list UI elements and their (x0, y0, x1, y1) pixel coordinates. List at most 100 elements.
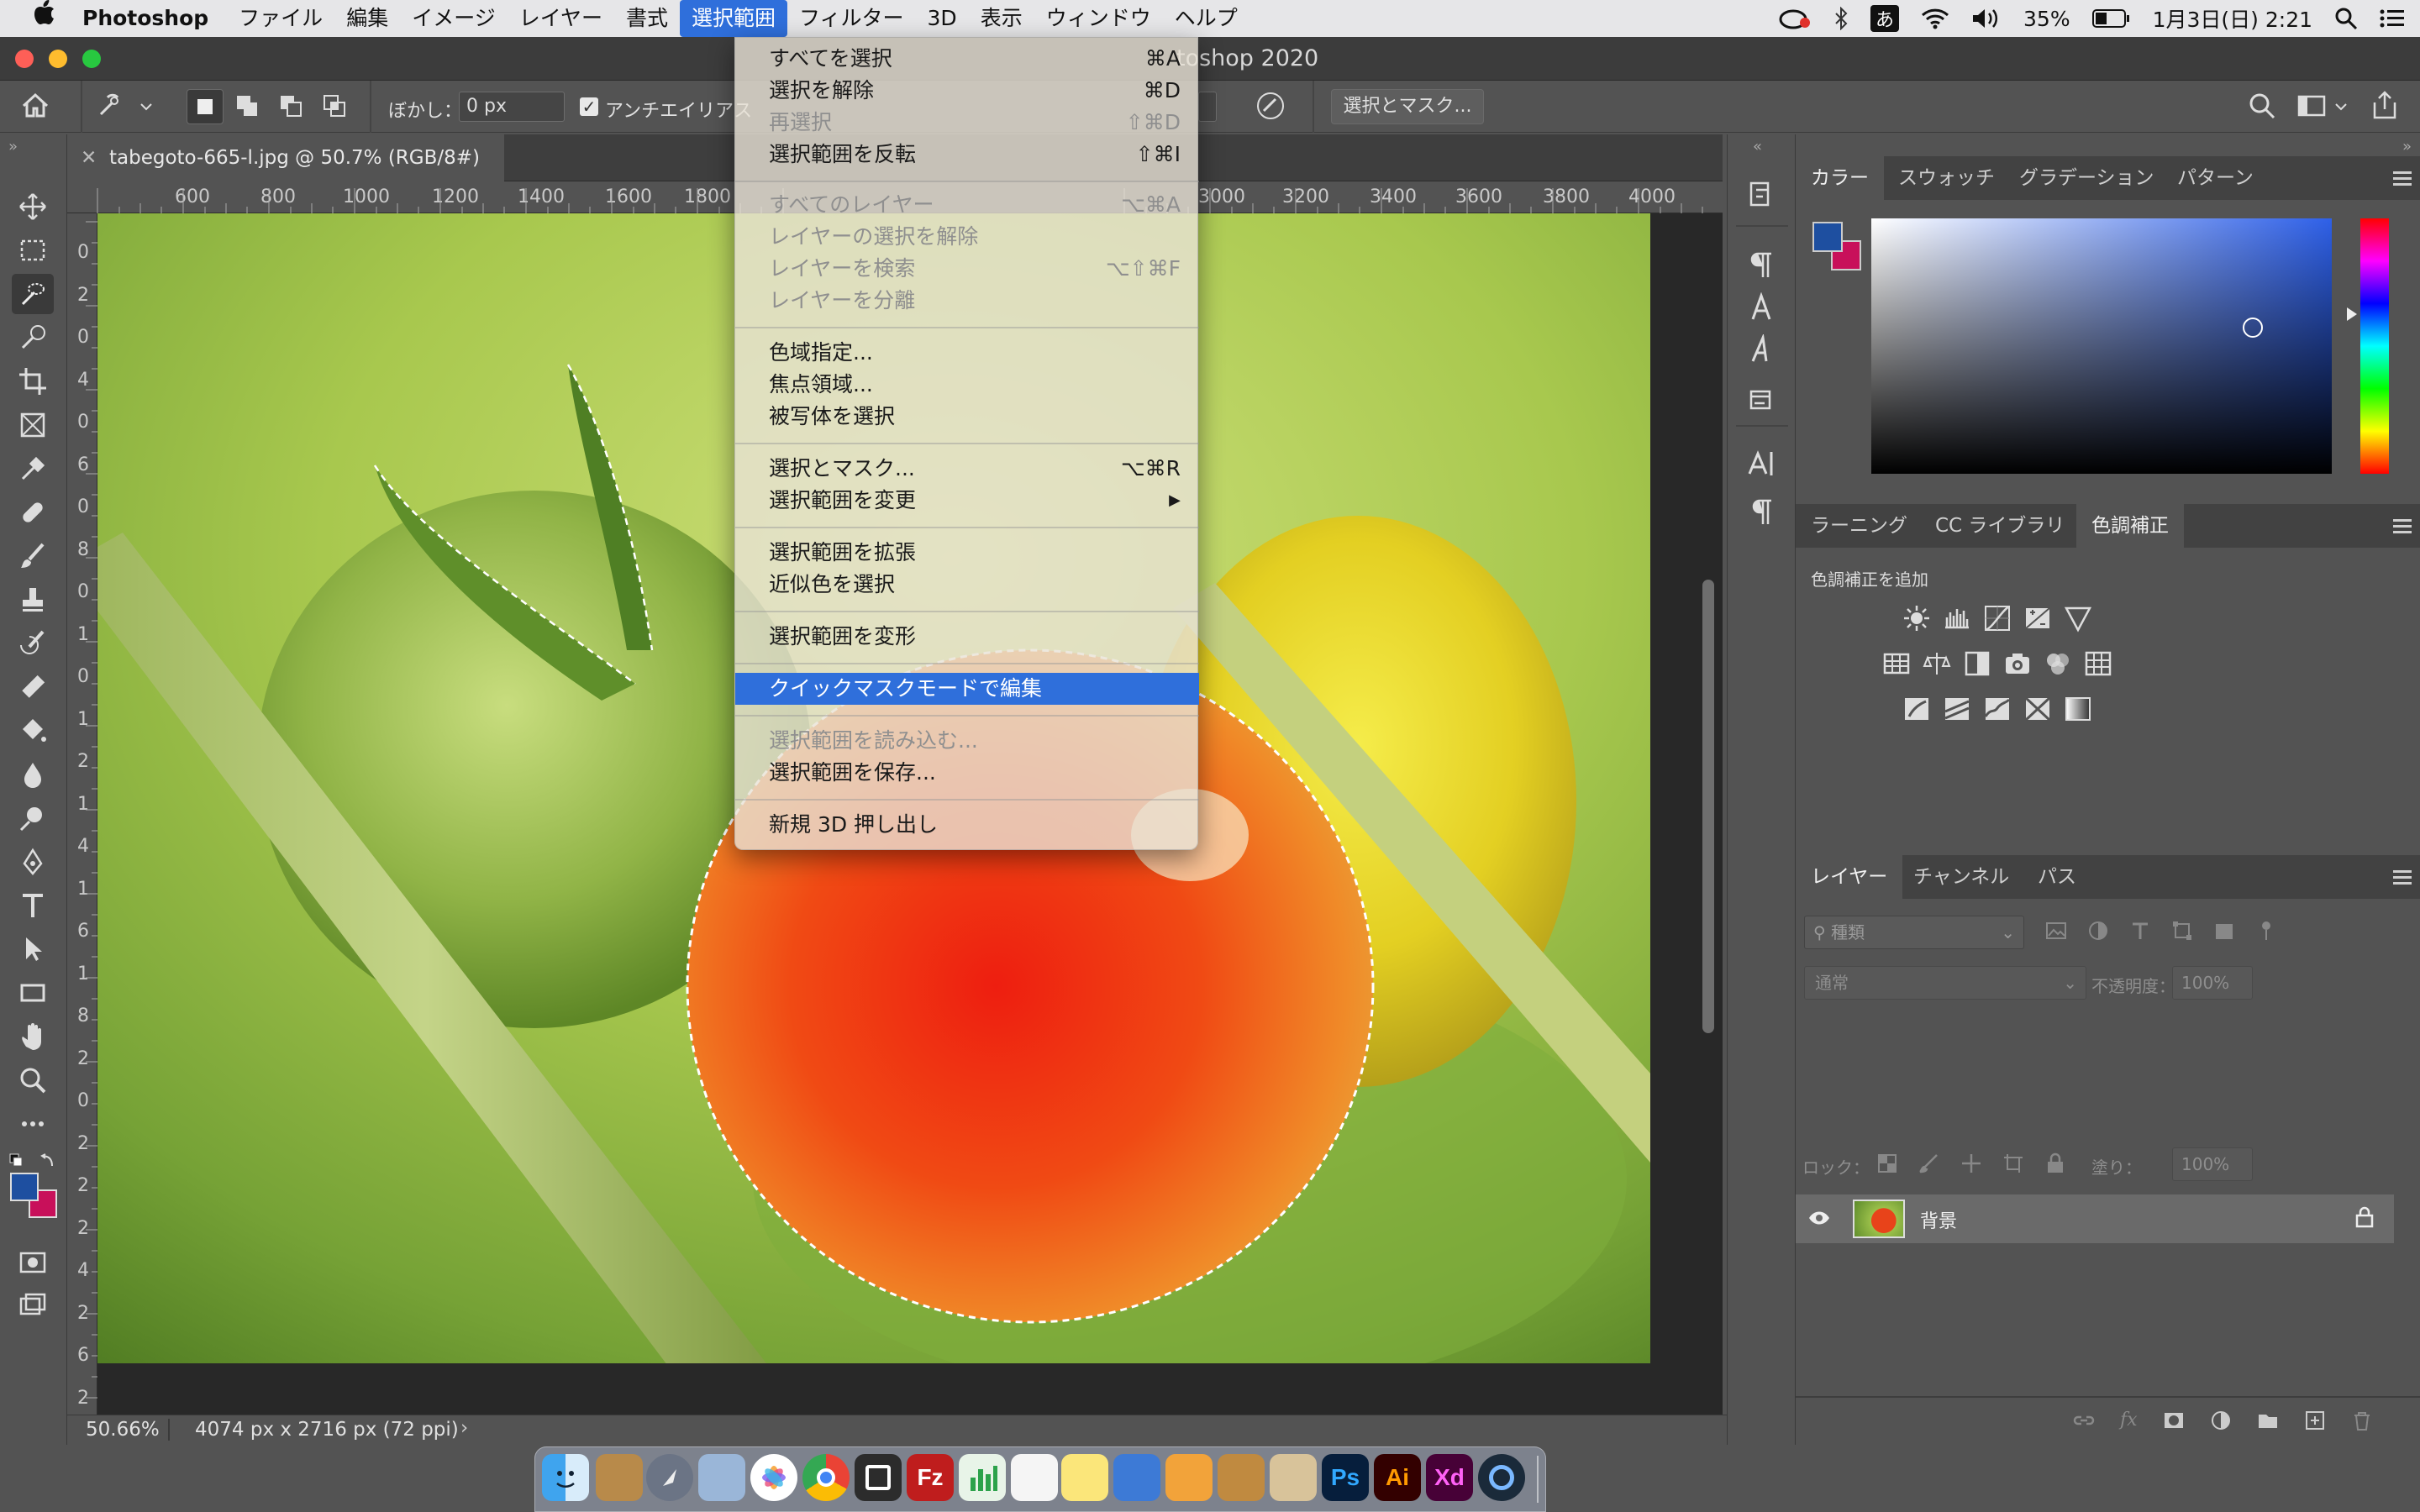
frame-tool-icon[interactable] (12, 405, 54, 445)
menu-image[interactable]: イメージ (400, 0, 508, 37)
delete-layer-icon[interactable] (2351, 1410, 2373, 1431)
home-icon[interactable] (18, 89, 60, 124)
paint-bucket-tool-icon[interactable] (12, 711, 54, 751)
dock-preview-icon[interactable] (698, 1454, 745, 1501)
dock-xd-icon[interactable]: Xd (1426, 1454, 1473, 1501)
clock[interactable]: 1月3日(日) 2:21 (2153, 3, 2312, 34)
layer-filter-select[interactable]: ⚲ 種類 ⌄ (1804, 916, 2024, 949)
color-field[interactable] (1871, 218, 2332, 474)
healing-brush-tool-icon[interactable] (12, 492, 54, 533)
quick-mask-icon[interactable] (12, 1242, 54, 1282)
history-panel-icon[interactable] (1744, 178, 1778, 212)
tab-color[interactable]: カラー (1796, 156, 1884, 200)
dock-notebook-icon[interactable] (596, 1454, 643, 1501)
fill-input[interactable]: 100% (2172, 1147, 2253, 1181)
share-icon[interactable] (2368, 89, 2405, 124)
hue-slider-handle[interactable] (2347, 307, 2357, 321)
filter-type-icon[interactable] (2128, 919, 2152, 942)
zoom-level[interactable]: 50.66% (86, 1419, 160, 1441)
feather-input[interactable]: 0 px (459, 92, 565, 122)
menu-edit[interactable]: 編集 (334, 0, 400, 37)
menu-item-similar[interactable]: 近似色を選択 (735, 569, 1199, 601)
spotlight-icon[interactable] (2334, 7, 2358, 30)
menu-item-deselect[interactable]: 選択を解除 ⌘D (735, 75, 1199, 107)
dock-textedit-icon[interactable] (1011, 1454, 1058, 1501)
foreground-color-swatch[interactable] (10, 1173, 39, 1201)
dock-illustrator-icon[interactable]: Ai (1374, 1454, 1421, 1501)
menu-window[interactable]: ウィンドウ (1034, 0, 1163, 37)
type-tool-icon[interactable] (12, 885, 54, 926)
tab-paths[interactable]: パス (2023, 855, 2091, 899)
menu-item-modify[interactable]: 選択範囲を変更 ▶ (735, 485, 1199, 517)
dock-photoshop-icon[interactable]: Ps (1322, 1454, 1369, 1501)
battery-icon[interactable] (2091, 8, 2131, 29)
filter-toggle-icon[interactable] (2254, 919, 2278, 942)
menu-item-color-range[interactable]: 色域指定... (735, 337, 1199, 369)
selective-color-icon[interactable] (2061, 692, 2095, 726)
color-panel-menu-icon[interactable] (2393, 168, 2412, 189)
lock-transparent-icon[interactable] (1876, 1152, 1898, 1174)
app-menu[interactable]: Photoshop (72, 0, 227, 37)
menu-item-quick-mask[interactable]: クイックマスクモードで編集 (735, 673, 1199, 705)
exposure-icon[interactable] (2021, 601, 2054, 635)
move-tool-icon[interactable] (12, 186, 54, 227)
wifi-icon[interactable] (1921, 8, 1949, 29)
minimize-window-button[interactable] (49, 50, 67, 68)
eraser-tool-icon[interactable] (12, 667, 54, 707)
dock-launchpad-icon[interactable] (646, 1454, 693, 1501)
color-picker-cursor[interactable] (2243, 318, 2263, 338)
collapse-toolbar-icon[interactable]: » (8, 138, 18, 155)
lock-artboard-icon[interactable] (2002, 1152, 2024, 1174)
menu-select[interactable]: 選択範囲 (680, 0, 788, 37)
link-layers-icon[interactable] (2073, 1410, 2095, 1431)
history-brush-tool-icon[interactable] (12, 623, 54, 664)
levels-icon[interactable] (1940, 601, 1974, 635)
dock-numbers-icon[interactable] (959, 1454, 1006, 1501)
3d-panel-icon[interactable] (1744, 383, 1778, 417)
dock-photos-icon[interactable] (750, 1454, 797, 1501)
threshold-icon[interactable] (1981, 692, 2014, 726)
refine-brush-icon[interactable] (1250, 89, 1292, 124)
hue-saturation-icon[interactable] (1880, 647, 1913, 680)
tab-channels[interactable]: チャンネル (1898, 855, 2024, 899)
status-menu-arrow-icon[interactable]: › (460, 1417, 468, 1439)
dock-pages-icon[interactable] (1165, 1454, 1213, 1501)
select-and-mask-button[interactable]: 選択とマスク... (1331, 89, 1484, 124)
screen-mode-icon[interactable] (12, 1285, 54, 1326)
invert-icon[interactable] (1900, 692, 1933, 726)
menu-3d[interactable]: 3D (916, 0, 969, 37)
menu-type[interactable]: 書式 (614, 0, 680, 37)
menu-item-transform-selection[interactable]: 選択範囲を変形 (735, 621, 1199, 653)
apple-menu-icon[interactable] (0, 0, 72, 37)
tab-learn[interactable]: ラーニング (1796, 504, 1923, 548)
photo-filter-icon[interactable] (2001, 647, 2034, 680)
tab-patterns[interactable]: パターン (2162, 156, 2269, 200)
notification-center-icon[interactable] (2380, 8, 2405, 29)
filter-adjustment-icon[interactable] (2086, 919, 2110, 942)
layer-lock-icon[interactable] (2355, 1206, 2374, 1228)
menu-item-select-subject[interactable]: 被写体を選択 (735, 401, 1199, 433)
character-panel-icon[interactable] (1744, 447, 1778, 480)
dock-notes-icon[interactable] (1061, 1454, 1108, 1501)
document-tab[interactable]: ✕ tabegoto-665-l.jpg @ 50.7% (RGB/8#) (67, 134, 504, 181)
collapse-panels-icon[interactable]: » (2402, 138, 2412, 155)
channel-mixer-icon[interactable] (2041, 647, 2075, 680)
menu-item-select-and-mask[interactable]: 選択とマスク... ⌥⌘R (735, 453, 1199, 485)
dock-finder-icon[interactable] (542, 1454, 589, 1501)
dock-quicktime-icon[interactable] (1478, 1454, 1525, 1501)
adjust-panel-menu-icon[interactable] (2393, 516, 2412, 537)
color-balance-icon[interactable] (1920, 647, 1954, 680)
tab-gradients[interactable]: グラデーション (2004, 156, 2170, 200)
vertical-scrollbar[interactable] (1702, 580, 1714, 1033)
menu-item-new-3d-extrusion[interactable]: 新規 3D 押し出し (735, 809, 1199, 841)
menu-layer[interactable]: レイヤー (508, 0, 614, 37)
close-window-button[interactable] (15, 50, 34, 68)
input-method-icon[interactable]: あ (1870, 5, 1900, 32)
eyedropper-tool-icon[interactable] (12, 449, 54, 489)
menu-item-save-selection[interactable]: 選択範囲を保存... (735, 757, 1199, 789)
color-lookup-icon[interactable] (2081, 647, 2115, 680)
dodge-tool-icon[interactable] (12, 798, 54, 838)
tab-cc-libraries[interactable]: CC ライブラリ (1920, 504, 2080, 548)
menu-filter[interactable]: フィルター (787, 0, 916, 37)
zoom-window-button[interactable] (82, 50, 101, 68)
